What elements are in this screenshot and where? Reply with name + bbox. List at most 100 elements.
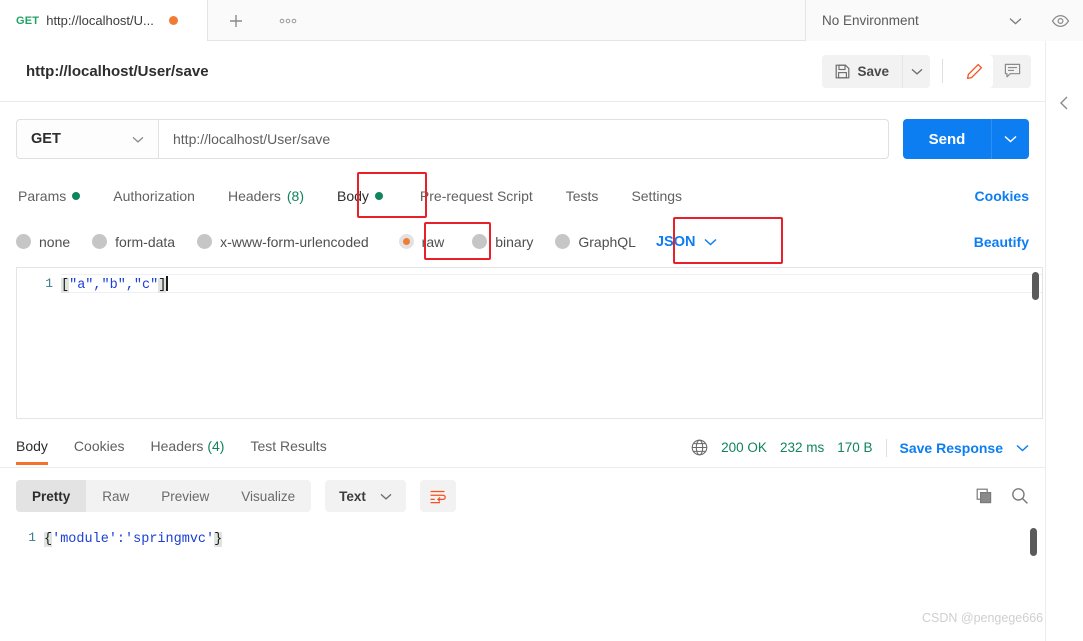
- globe-icon: [691, 439, 708, 456]
- new-tab-button[interactable]: [208, 0, 264, 41]
- tab-body[interactable]: Body: [335, 186, 385, 206]
- body-type-urlencoded[interactable]: x-www-form-urlencoded: [197, 234, 369, 250]
- tab-body-label: Body: [337, 188, 369, 204]
- body-type-form-data-label: form-data: [115, 233, 176, 250]
- view-mode-pretty[interactable]: Pretty: [16, 480, 87, 512]
- tab-params[interactable]: Params: [16, 186, 82, 206]
- tab-pre-request-script[interactable]: Pre-request Script: [418, 186, 535, 206]
- tab-tests[interactable]: Tests: [564, 186, 601, 206]
- http-method-select[interactable]: GET: [16, 119, 158, 159]
- response-section-tabs: Body Cookies Headers (4) Test Results 20…: [0, 428, 1045, 468]
- tab-title-label: http://localhost/U...: [46, 13, 154, 28]
- raw-format-select[interactable]: JSON: [656, 234, 718, 250]
- edit-mode-button[interactable]: [955, 54, 993, 88]
- editor-scrollbar[interactable]: [1032, 272, 1039, 300]
- save-dropdown-button[interactable]: [902, 54, 930, 88]
- http-method-label: GET: [31, 131, 61, 147]
- expand-sidebar-icon[interactable]: [1058, 69, 1072, 641]
- tab-more-options-button[interactable]: [264, 0, 312, 41]
- title-bar-actions: Save: [822, 54, 1045, 88]
- view-mode-visualize[interactable]: Visualize: [225, 480, 311, 512]
- response-size: 170 B: [837, 440, 873, 455]
- beautify-link[interactable]: Beautify: [974, 234, 1029, 250]
- line-number: 1: [28, 530, 36, 545]
- body-type-graphql[interactable]: GraphQL: [555, 234, 636, 250]
- response-body-content: 'module':'springmvc': [52, 532, 215, 547]
- tab-authorization-label: Authorization: [113, 188, 195, 204]
- close-bracket: ]: [158, 278, 167, 293]
- body-type-none-label: none: [39, 233, 71, 250]
- chevron-down-icon[interactable]: [1016, 444, 1029, 452]
- tab-pre-request-script-label: Pre-request Script: [419, 188, 533, 204]
- response-view-toolbar: Pretty Raw Preview Visualize Text: [0, 472, 1045, 520]
- tab-params-label: Params: [18, 188, 67, 204]
- request-title-bar: http://localhost/User/save Save: [0, 41, 1045, 102]
- body-type-urlencoded-label: x-www-form-urlencoded: [220, 233, 369, 250]
- url-bar: GET http://localhost/User/save Send: [0, 113, 1045, 165]
- comments-button[interactable]: [993, 55, 1031, 88]
- request-body-content: "a","b","c": [69, 278, 159, 293]
- view-mode-preview[interactable]: Preview: [145, 480, 225, 512]
- editor-line-numbers: 1: [17, 268, 61, 418]
- request-body-editor[interactable]: 1 ["a","b","c"]: [16, 267, 1043, 419]
- body-type-binary[interactable]: binary: [472, 234, 533, 250]
- cookies-link[interactable]: Cookies: [975, 188, 1029, 204]
- body-type-raw-label: raw: [421, 233, 445, 250]
- response-format-select[interactable]: Text: [325, 480, 406, 512]
- response-view-mode-group: Pretty Raw Preview Visualize: [16, 480, 312, 512]
- body-type-form-data[interactable]: form-data: [92, 234, 175, 250]
- response-tab-cookies[interactable]: Cookies: [74, 438, 125, 458]
- search-icon[interactable]: [1011, 487, 1029, 505]
- radio-icon: [472, 234, 488, 249]
- open-brace: {: [44, 532, 53, 547]
- tab-tests-label: Tests: [565, 188, 599, 204]
- send-button-group: Send: [903, 119, 1029, 159]
- response-body-code: {'module':'springmvc'}: [44, 530, 1045, 549]
- body-type-raw[interactable]: raw: [398, 233, 445, 250]
- send-dropdown-button[interactable]: [991, 119, 1029, 159]
- view-mode-raw[interactable]: Raw: [86, 480, 145, 512]
- word-wrap-button[interactable]: [419, 480, 456, 512]
- response-tab-body[interactable]: Body: [16, 438, 48, 465]
- body-indicator-icon: [374, 192, 383, 200]
- response-status: 200 OK: [721, 440, 767, 455]
- response-meta: 200 OK 232 ms 170 B Save Response: [691, 438, 1029, 457]
- environment-selector[interactable]: No Environment: [806, 0, 1038, 41]
- request-body-code: ["a","b","c"]: [61, 276, 1042, 295]
- response-body-viewer[interactable]: 1 {'module':'springmvc'}: [0, 520, 1045, 641]
- response-tab-headers-count: (4): [207, 437, 225, 454]
- save-button[interactable]: Save: [822, 54, 902, 88]
- tab-authorization[interactable]: Authorization: [111, 186, 197, 206]
- response-tab-test-results[interactable]: Test Results: [250, 438, 326, 458]
- toolbar-divider: [942, 59, 943, 83]
- request-section-tabs: Params Authorization Headers (8) Body Pr…: [0, 178, 1045, 214]
- response-scrollbar[interactable]: [1030, 528, 1037, 556]
- right-sidebar-rail: [1045, 41, 1083, 641]
- meta-divider: [885, 438, 887, 457]
- save-response-button[interactable]: Save Response: [900, 440, 1004, 456]
- radio-selected-icon: [398, 234, 414, 249]
- url-input[interactable]: http://localhost/User/save: [158, 119, 889, 159]
- response-code-area: {'module':'springmvc'}: [44, 520, 1045, 641]
- editor-code-area[interactable]: ["a","b","c"]: [61, 268, 1042, 418]
- response-tab-headers[interactable]: Headers (4): [151, 438, 225, 458]
- copy-icon[interactable]: [976, 488, 993, 505]
- tab-headers-label: Headers: [227, 188, 281, 204]
- raw-format-label: JSON: [655, 233, 696, 250]
- tab-bar-spacer: [312, 0, 806, 40]
- tab-headers[interactable]: Headers (8): [226, 186, 306, 206]
- tab-method-label: GET: [16, 14, 40, 27]
- url-input-value: http://localhost/User/save: [173, 131, 331, 147]
- body-type-none[interactable]: none: [16, 234, 70, 250]
- chevron-down-icon: [704, 238, 717, 246]
- request-tab[interactable]: GET http://localhost/U...: [0, 0, 208, 41]
- text-cursor: [166, 276, 168, 291]
- environment-quick-look-button[interactable]: [1038, 0, 1083, 41]
- unsaved-indicator-icon: [168, 16, 178, 25]
- response-tools: [976, 487, 1029, 505]
- send-button[interactable]: Send: [903, 119, 991, 159]
- tab-settings[interactable]: Settings: [629, 186, 684, 206]
- environment-label: No Environment: [822, 13, 919, 28]
- body-type-binary-label: binary: [495, 233, 534, 250]
- radio-icon: [197, 234, 213, 249]
